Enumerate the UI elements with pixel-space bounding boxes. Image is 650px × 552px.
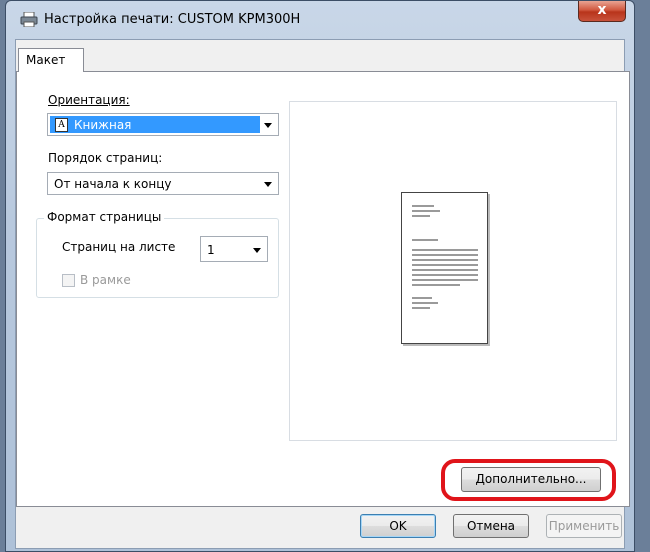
page-preview-paper bbox=[401, 192, 488, 344]
preview-line bbox=[412, 284, 460, 286]
title-bar[interactable]: Настройка печати: CUSTOM KPM300H x bbox=[6, 1, 634, 39]
pages-per-sheet-value: 1 bbox=[207, 243, 215, 257]
border-checkbox-label: В рамке bbox=[80, 273, 131, 287]
portrait-orientation-icon: A bbox=[55, 118, 68, 132]
ok-button[interactable]: OK bbox=[360, 514, 436, 538]
close-button[interactable]: x bbox=[578, 1, 626, 22]
preview-line bbox=[412, 210, 440, 212]
page-order-label: Порядок страниц: bbox=[48, 151, 163, 165]
preview-line bbox=[412, 259, 478, 261]
tab-layout-label: Макет bbox=[26, 53, 66, 67]
page-order-value: От начала к концу bbox=[54, 177, 172, 191]
apply-button[interactable]: Применить bbox=[546, 514, 622, 538]
page-order-dropdown[interactable]: От начала к концу bbox=[47, 172, 279, 195]
preview-line bbox=[412, 264, 478, 266]
printer-icon bbox=[20, 12, 38, 27]
preview-line bbox=[412, 215, 430, 217]
advanced-button[interactable]: Дополнительно... bbox=[461, 467, 601, 492]
orientation-dropdown[interactable]: A Книжная bbox=[47, 113, 279, 136]
border-checkbox[interactable] bbox=[62, 274, 75, 287]
chevron-down-icon[interactable] bbox=[253, 248, 261, 253]
orientation-label-text: Ориентация: bbox=[48, 93, 130, 107]
close-icon: x bbox=[597, 2, 607, 18]
cancel-button[interactable]: Отмена bbox=[453, 514, 529, 538]
preview-line bbox=[412, 297, 432, 299]
preview-line bbox=[412, 269, 478, 271]
page-format-title: Формат страницы bbox=[44, 210, 165, 224]
pages-per-sheet-label: Страниц на листе bbox=[62, 240, 176, 254]
preview-line bbox=[412, 279, 478, 281]
preview-line bbox=[412, 274, 478, 276]
preview-line bbox=[412, 254, 478, 256]
ok-button-label: OK bbox=[389, 519, 407, 533]
preview-line bbox=[412, 239, 438, 241]
pages-per-sheet-dropdown[interactable]: 1 bbox=[200, 236, 268, 262]
orientation-value: Книжная bbox=[74, 118, 132, 132]
chevron-down-icon[interactable] bbox=[264, 123, 272, 128]
preview-line bbox=[412, 205, 434, 207]
preview-line bbox=[412, 249, 478, 251]
advanced-button-label: Дополнительно... bbox=[475, 472, 587, 486]
apply-button-label: Применить bbox=[548, 519, 620, 533]
preview-line bbox=[412, 302, 438, 304]
preview-line bbox=[412, 307, 430, 309]
window-title: Настройка печати: CUSTOM KPM300H bbox=[44, 12, 301, 27]
chevron-down-icon[interactable] bbox=[264, 182, 272, 187]
orientation-label: Ориентация: bbox=[48, 93, 130, 107]
cancel-button-label: Отмена bbox=[466, 519, 516, 533]
tab-layout[interactable]: Макет bbox=[18, 48, 84, 72]
